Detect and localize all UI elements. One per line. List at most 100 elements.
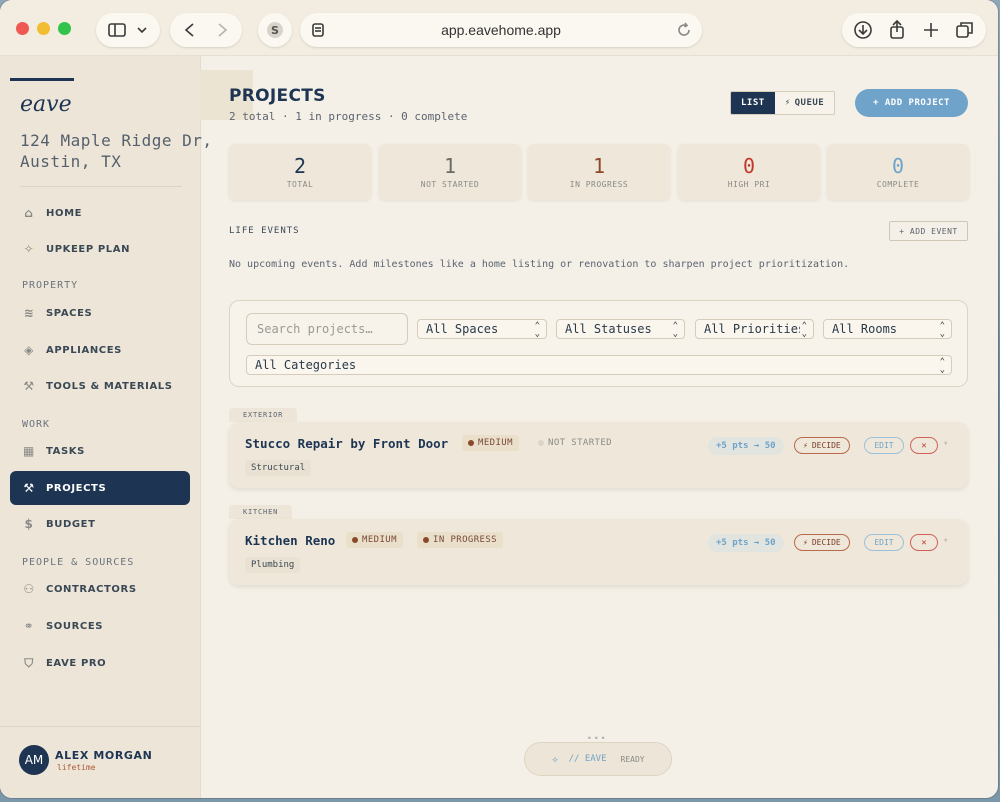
zoom-window-button[interactable] — [58, 22, 71, 35]
shield-icon: ⛉ — [24, 655, 34, 670]
decide-label: DECIDE — [811, 441, 841, 450]
user-profile[interactable]: AM ALEX MORGAN lifetime — [0, 726, 200, 798]
sidebar-item-upkeep-plan[interactable]: ✧ UPKEEP PLAN — [10, 232, 190, 266]
download-icon[interactable] — [852, 19, 874, 41]
sidebar: eave 124 Maple Ridge Dr, Austin, TX ⌂ HOM… — [0, 56, 212, 798]
page-title: PROJECTS — [229, 86, 326, 106]
edit-button[interactable]: EDIT — [864, 437, 904, 454]
expand-caret-icon[interactable]: ▾ — [943, 439, 948, 449]
queue-view-button[interactable]: ⚡ QUEUE — [774, 92, 835, 114]
select-value: All Spaces — [426, 322, 499, 336]
close-window-button[interactable] — [16, 22, 29, 35]
add-project-button[interactable]: + ADD PROJECT — [855, 89, 968, 117]
history-nav — [170, 13, 242, 47]
sidebar-item-projects[interactable]: ⚒ PROJECTS — [10, 471, 190, 505]
view-toggle: LIST ⚡ QUEUE — [730, 91, 836, 115]
extension-s-icon: S — [267, 22, 283, 38]
sidebar-divider — [20, 186, 182, 187]
priority-badge: MEDIUM — [346, 532, 403, 548]
updown-chevron-icon: ⌃ ⌄ — [534, 321, 540, 339]
queue-label: QUEUE — [794, 98, 825, 108]
list-view-button[interactable]: LIST — [731, 92, 775, 114]
points-badge: +5 pts → 50 — [708, 437, 784, 455]
sidebar-item-label: APPLIANCES — [46, 344, 122, 356]
select-value: All Rooms — [832, 322, 898, 336]
delete-button[interactable]: ✕ — [910, 534, 938, 551]
sidebar-item-appliances[interactable]: ◈ APPLIANCES — [10, 333, 190, 367]
calendar-icon: ▦ — [23, 444, 35, 458]
project-card[interactable]: Stucco Repair by Front Door MEDIUM NOT S… — [229, 422, 968, 488]
sidebar-item-tools-materials[interactable]: ⚒ TOOLS & MATERIALS — [10, 369, 190, 403]
assistant-status: READY — [620, 754, 645, 764]
app-logo[interactable]: eave — [20, 92, 72, 117]
reload-icon[interactable] — [676, 22, 692, 38]
page-subtitle: 2 total · 1 in progress · 0 complete — [229, 110, 468, 123]
decide-label: DECIDE — [811, 538, 841, 547]
add-event-button[interactable]: + ADD EVENT — [889, 221, 968, 241]
forward-icon[interactable] — [212, 21, 232, 39]
updown-chevron-icon: ⌃ ⌄ — [939, 321, 945, 339]
eave-assistant-button[interactable]: ✧ // EAVE READY — [524, 742, 672, 776]
tabs-overview-icon[interactable] — [954, 19, 976, 41]
sidebar-item-label: TOOLS & MATERIALS — [46, 380, 173, 392]
project-title[interactable]: Stucco Repair by Front Door — [245, 436, 448, 451]
stat-value: 1 — [443, 154, 457, 178]
share-icon[interactable] — [886, 19, 908, 41]
rooms-select[interactable]: All Rooms ⌃ ⌄ — [823, 319, 952, 339]
stat-value: 1 — [592, 154, 606, 178]
decide-button[interactable]: ⚡ DECIDE — [794, 437, 850, 454]
sidebar-item-label: TASKS — [46, 445, 85, 457]
stat-high-priority: 0 HIGH PRI — [678, 144, 820, 200]
queue-icon: ⚡ — [784, 98, 791, 108]
sidebar-item-label: UPKEEP PLAN — [46, 243, 131, 255]
user-name: ALEX MORGAN — [55, 749, 153, 762]
stat-value: 0 — [742, 154, 756, 178]
user-plan: lifetime — [57, 763, 96, 772]
delete-button[interactable]: ✕ — [910, 437, 938, 454]
sidebar-item-sources[interactable]: ⚭ SOURCES — [10, 609, 190, 643]
categories-select[interactable]: All Categories ⌃ ⌄ — [246, 355, 952, 375]
minimize-window-button[interactable] — [37, 22, 50, 35]
edit-button[interactable]: EDIT — [864, 534, 904, 551]
expand-caret-icon[interactable]: ▾ — [943, 536, 948, 546]
new-tab-icon[interactable] — [920, 19, 942, 41]
select-value: All Priorities — [704, 322, 806, 336]
sidebar-item-contractors[interactable]: ⚇ CONTRACTORS — [10, 572, 190, 606]
category-tag: Plumbing — [245, 557, 301, 573]
select-value: All Categories — [255, 358, 357, 372]
sidebar-icon — [108, 23, 126, 37]
stat-label: COMPLETE — [876, 180, 920, 189]
chevron-down-icon — [137, 27, 147, 34]
spaces-select[interactable]: All Spaces ⌃ ⌄ — [417, 319, 547, 339]
group-label-kitchen: KITCHEN — [229, 505, 293, 519]
extension-button[interactable]: S — [258, 13, 292, 47]
sidebar-item-budget[interactable]: $ BUDGET — [10, 507, 190, 541]
browser-toolbar: S app.eavehome.app — [0, 0, 998, 56]
svg-text:S: S — [271, 24, 279, 37]
sidebar-item-eave-pro[interactable]: ⛉ EAVE PRO — [10, 646, 190, 680]
people-icon: ⚇ — [23, 582, 35, 596]
stat-value: 2 — [293, 154, 307, 178]
statuses-select[interactable]: All Statuses ⌃ ⌄ — [556, 319, 685, 339]
project-title[interactable]: Kitchen Reno — [245, 533, 335, 548]
back-icon[interactable] — [180, 21, 200, 39]
address-bar[interactable]: app.eavehome.app — [300, 13, 702, 47]
updown-chevron-icon: ⌃ ⌄ — [939, 357, 945, 375]
decide-button[interactable]: ⚡ DECIDE — [794, 534, 850, 551]
sidebar-toggle-button[interactable] — [96, 13, 160, 47]
sidebar-item-label: SPACES — [46, 307, 93, 319]
section-label-property: PROPERTY — [22, 280, 79, 291]
url-text: app.eavehome.app — [441, 22, 561, 38]
sidebar-item-spaces[interactable]: ≋ SPACES — [10, 296, 190, 330]
stat-complete: 0 COMPLETE — [827, 144, 969, 200]
sidebar-item-tasks[interactable]: ▦ TASKS — [10, 434, 190, 468]
sparkle-icon: ✧ — [551, 752, 559, 766]
wrench-icon: ⚒ — [23, 379, 35, 393]
sidebar-item-home[interactable]: ⌂ HOME — [10, 196, 190, 230]
project-card[interactable]: Kitchen Reno MEDIUM IN PROGRESS Plumbing… — [229, 519, 968, 585]
group-label-exterior: EXTERIOR — [229, 408, 298, 422]
sidebar-accent-bar — [10, 78, 74, 81]
search-input[interactable] — [246, 313, 408, 345]
sidebar-item-label: PROJECTS — [46, 482, 107, 494]
priorities-select[interactable]: All Priorities ⌃ ⌄ — [695, 319, 814, 339]
